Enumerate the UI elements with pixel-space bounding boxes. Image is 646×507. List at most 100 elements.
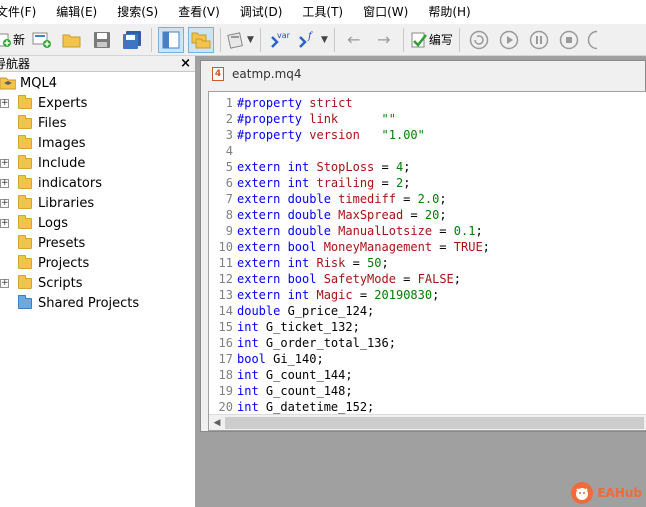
expander-spacer: [0, 259, 9, 268]
editor-tab[interactable]: 4 eatmp.mq4: [201, 61, 645, 87]
insert-function-button[interactable]: f ▼: [297, 27, 328, 53]
navigator-item-shared-projects[interactable]: Shared Projects: [0, 293, 195, 313]
navigator-item-label: Files: [38, 115, 67, 131]
folder-icon: [18, 274, 32, 289]
expander-spacer: [0, 119, 9, 128]
code-text: extern bool MoneyManagement = TRUE;: [237, 239, 490, 255]
code-editor[interactable]: 1 #property strict 2 #property link "" 3 #pro…: [208, 91, 646, 431]
navigator-item-images[interactable]: Images: [0, 133, 195, 153]
code-token: int: [237, 368, 266, 382]
menu-help[interactable]: 帮助(H): [418, 0, 480, 24]
navigator-item-indicators[interactable]: + indicators: [0, 173, 195, 193]
navigator-item-label: Scripts: [38, 275, 83, 291]
code-text: #property strict: [237, 95, 353, 111]
navigator-item-experts[interactable]: + Experts: [0, 93, 195, 113]
compile-button[interactable]: 编写: [410, 27, 453, 53]
compile-icon: [411, 32, 427, 47]
debug-pause-button[interactable]: [526, 27, 552, 53]
code-token: TRUE: [453, 240, 483, 254]
code-token: =: [432, 224, 454, 238]
expand-icon[interactable]: +: [0, 178, 9, 188]
menu-search[interactable]: 搜索(S): [107, 0, 168, 24]
code-text: bool Gi_140;: [237, 351, 324, 367]
expand-icon[interactable]: +: [0, 158, 9, 168]
navigator-item-presets[interactable]: Presets: [0, 233, 195, 253]
code-text: int G_ticket_132;: [237, 319, 360, 335]
menu-file[interactable]: 文件(F): [0, 0, 46, 24]
line-number: 8: [225, 208, 233, 222]
pause-icon: [529, 30, 549, 49]
menu-tools[interactable]: 工具(T): [292, 0, 353, 24]
debug-start-button[interactable]: [496, 27, 522, 53]
code-token: double: [237, 304, 288, 318]
navigator-item-logs[interactable]: + Logs: [0, 213, 195, 233]
navigator-title: 导航器: [0, 57, 31, 71]
horizontal-scrollbar[interactable]: ◀: [209, 414, 646, 430]
navigator-item-label: Experts: [38, 95, 88, 111]
forward-button[interactable]: →: [371, 27, 397, 53]
navigator-item-libraries[interactable]: + Libraries: [0, 193, 195, 213]
expand-icon[interactable]: +: [0, 218, 9, 228]
menu-edit[interactable]: 编辑(E): [46, 0, 107, 24]
debug-stop-button[interactable]: [556, 27, 582, 53]
navigator-item-include[interactable]: + Include: [0, 153, 195, 173]
code-line: 20 int G_datetime_152;: [209, 399, 646, 415]
code-token: int: [237, 384, 266, 398]
debug-extra-button[interactable]: [586, 27, 598, 53]
arrow-right-icon: →: [377, 30, 391, 49]
scroll-left-icon[interactable]: ◀: [209, 415, 225, 431]
code-token: ;: [439, 208, 447, 222]
code-text: int G_datetime_152;: [237, 399, 374, 415]
line-number: 13: [218, 288, 233, 302]
function-icon: f: [299, 31, 314, 48]
func-text: f: [307, 31, 314, 42]
expand-icon[interactable]: +: [0, 198, 9, 208]
debug-restart-button[interactable]: [466, 27, 492, 53]
menu-debug[interactable]: 调试(D): [230, 0, 293, 24]
save-button[interactable]: [89, 27, 115, 53]
mq4-file-icon: 4: [212, 67, 224, 81]
save-all-icon: [123, 30, 142, 49]
code-token: =: [352, 288, 375, 302]
code-line: 18 int G_count_144;: [209, 367, 646, 383]
navigator-item-files[interactable]: Files: [0, 113, 195, 133]
close-icon[interactable]: ×: [180, 56, 191, 71]
code-token: timediff: [338, 192, 396, 206]
styler-button[interactable]: ▼: [227, 27, 254, 53]
chevron-down-icon: ▼: [320, 34, 328, 45]
menu-window[interactable]: 窗口(W): [353, 0, 418, 24]
new-project-button[interactable]: [29, 27, 55, 53]
navigator-panel-icon: [162, 31, 180, 48]
line-number: 20: [218, 400, 233, 414]
code-text: double G_price_124;: [237, 303, 374, 319]
navigator-item-projects[interactable]: Projects: [0, 253, 195, 273]
navigator-toggle-button[interactable]: [158, 26, 185, 53]
expand-icon[interactable]: +: [0, 278, 9, 288]
navigator-item-scripts[interactable]: + Scripts: [0, 273, 195, 293]
navigator-root[interactable]: MQL4: [0, 73, 195, 93]
folder-icon: [18, 214, 32, 229]
code-token: =: [374, 176, 396, 190]
code-token: ManualLotsize: [338, 224, 433, 238]
code-line: 8 extern double MaxSpread = 20;: [209, 207, 646, 223]
code-token: extern bool: [237, 272, 324, 286]
expand-icon[interactable]: +: [0, 98, 9, 108]
code-text: extern double timediff = 2.0;: [237, 191, 447, 207]
menu-bar: 文件(F) 编辑(E) 搜索(S) 查看(V) 调试(D) 工具(T) 窗口(W…: [0, 0, 646, 24]
scrollbar-thumb[interactable]: [225, 416, 644, 429]
open-button[interactable]: [59, 27, 85, 53]
back-button[interactable]: ←: [341, 27, 367, 53]
toolbox-toggle-button[interactable]: [188, 26, 215, 53]
code-token: extern double: [237, 224, 339, 238]
new-button[interactable]: 新: [0, 27, 25, 53]
code-text: extern double ManualLotsize = 0.1;: [237, 223, 483, 239]
insert-variable-button[interactable]: var: [267, 27, 293, 53]
folder-icon: [18, 174, 32, 189]
restart-icon: [469, 30, 489, 49]
save-all-button[interactable]: [119, 27, 145, 53]
code-token: G_count_144;: [265, 368, 353, 382]
menu-view[interactable]: 查看(V): [168, 0, 230, 24]
expander-spacer: [0, 239, 9, 248]
code-text: extern double MaxSpread = 20;: [237, 207, 447, 223]
folder-icon: [18, 234, 32, 249]
